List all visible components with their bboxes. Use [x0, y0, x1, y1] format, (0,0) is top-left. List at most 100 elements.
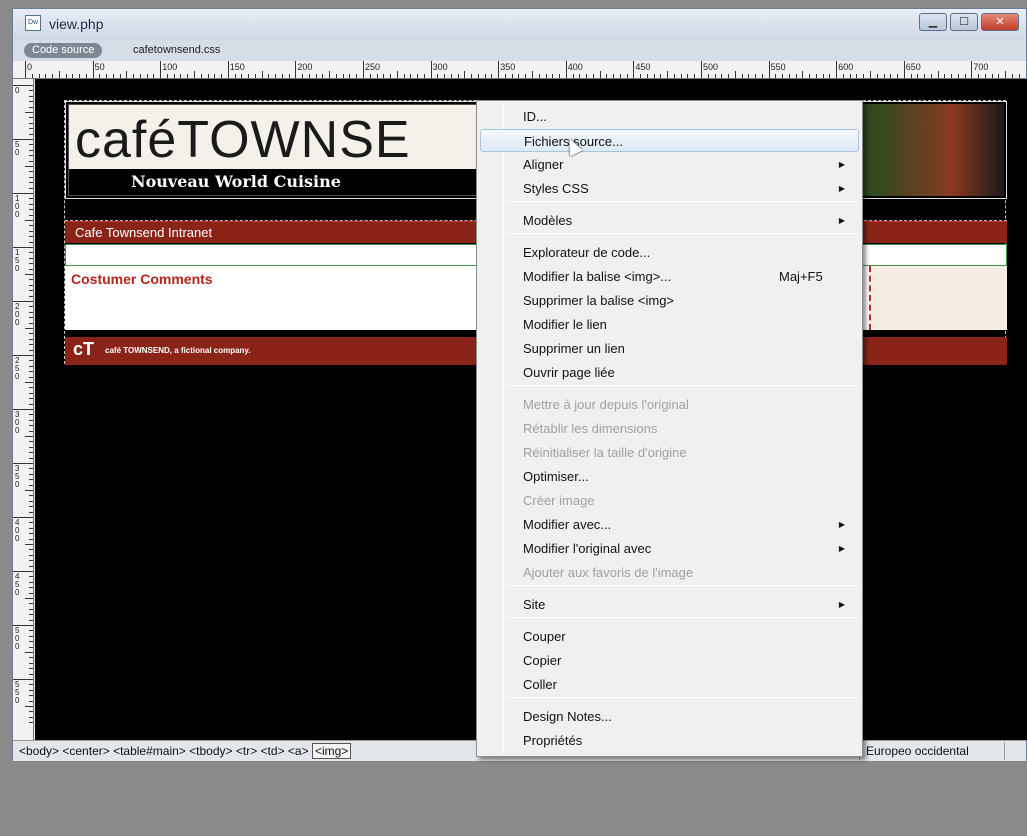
maximize-button[interactable]: ☐ — [950, 13, 978, 31]
ruler-tick — [248, 74, 250, 78]
tag-selector-item[interactable]: <table#main> — [113, 744, 189, 758]
footer-text: café TOWNSEND, a fictional company. — [105, 346, 251, 355]
menu-item-shortcut: Maj+F5 — [779, 269, 823, 284]
ruler-tick — [842, 74, 844, 78]
ruler-tick — [511, 74, 513, 78]
ruler-tick — [673, 74, 675, 78]
ruler-tick — [29, 603, 33, 605]
menu-separator — [507, 585, 858, 586]
menu-item[interactable]: Copier — [480, 649, 859, 672]
ruler-tick — [153, 74, 155, 78]
menu-item-label: Mettre à jour depuis l'original — [523, 397, 689, 412]
close-button[interactable]: ✕ — [981, 13, 1019, 31]
ruler-tick — [29, 657, 33, 659]
menu-item[interactable]: Supprimer un lien — [480, 337, 859, 360]
ruler-label: 250 — [365, 62, 381, 72]
ruler-tick — [572, 74, 574, 78]
tag-selector-item[interactable]: <tbody> — [189, 744, 236, 758]
ruler-tick — [640, 74, 642, 78]
menu-item[interactable]: Coller — [480, 673, 859, 696]
ruler-tick — [1005, 71, 1007, 78]
menu-item: Ajouter aux favoris de l'image — [480, 561, 859, 584]
ruler-tick — [29, 500, 33, 502]
ruler-tick — [613, 74, 615, 78]
menu-item-label: Modifier la balise <img>... — [523, 269, 672, 284]
ruler-tick — [29, 209, 33, 211]
menu-item[interactable]: Styles CSS ▶ — [480, 177, 859, 200]
ruler-tick — [29, 662, 33, 664]
ruler-tick — [863, 74, 865, 78]
menu-item-label: Explorateur de code... — [523, 245, 651, 260]
ruler-tick — [761, 74, 763, 78]
horizontal-ruler[interactable]: 0 50 100 150 200 250 300 350 400 450 500 550 600 650 7… — [13, 61, 1026, 79]
menu-item[interactable]: Modèles ▶ — [480, 209, 859, 232]
menu-item[interactable]: Fichiers source... — [480, 129, 859, 152]
ruler-tick — [484, 74, 486, 78]
ruler-tick — [52, 74, 54, 78]
tag-selector-item[interactable]: <a> — [288, 744, 312, 758]
ruler-tick — [25, 166, 33, 167]
ruler-tick — [29, 203, 33, 205]
ruler-tick — [295, 61, 297, 78]
ruler-tick — [227, 61, 229, 78]
minimize-button[interactable]: ▁ — [919, 13, 947, 31]
ruler-tick — [363, 61, 364, 78]
menu-item[interactable]: Supprimer la balise <img> — [480, 289, 859, 312]
intranet-title: Cafe Townsend Intranet — [75, 225, 213, 240]
ruler-tick — [214, 74, 216, 78]
ruler-label: 350 — [15, 464, 20, 489]
ruler-tick — [106, 74, 108, 78]
tag-selector-item[interactable]: <td> — [261, 744, 288, 758]
ruler-tick — [241, 74, 243, 78]
ruler-tick — [525, 74, 527, 78]
related-file-css[interactable]: cafetownsend.css — [133, 44, 220, 56]
ruler-label: 400 — [567, 62, 583, 72]
tag-selector-item[interactable]: <body> — [19, 744, 62, 758]
ruler-tick — [29, 376, 33, 378]
tag-selector[interactable]: <body> <center> <table#main> <tbody> <tr… — [19, 743, 352, 759]
menu-item[interactable]: Site ▶ — [480, 593, 859, 616]
menu-item[interactable]: ID... — [480, 105, 859, 128]
ruler-tick — [29, 160, 33, 162]
ruler-tick — [937, 71, 939, 78]
menu-item[interactable]: Modifier avec... ▶ — [480, 513, 859, 536]
ruler-label: 200 — [297, 62, 313, 72]
tag-selector-item[interactable]: <tr> — [236, 744, 261, 758]
menu-item-label: Propriétés — [523, 733, 583, 748]
ruler-tick — [437, 74, 439, 78]
logo-image[interactable]: caféTOWNSE Nouveau World Cuisine — [68, 104, 488, 196]
ruler-tick — [180, 74, 182, 78]
title-bar[interactable]: Dw view.php ▁ ☐ ✕ — [13, 9, 1026, 39]
ruler-tick — [984, 74, 986, 78]
ruler-tick — [964, 74, 966, 78]
ruler-tick — [25, 436, 33, 437]
vertical-ruler[interactable]: 0 50 100 150 200 250 300 350 400 450 500 550 — [13, 79, 34, 740]
ruler-tick — [139, 74, 141, 78]
ruler-tick — [504, 74, 506, 78]
source-code-tab[interactable]: Code source — [24, 43, 103, 58]
menu-item[interactable]: Modifier la balise <img>... Maj+F5 — [480, 265, 859, 288]
menu-item[interactable]: Aligner ▶ — [480, 153, 859, 176]
menu-item[interactable]: Modifier l'original avec ▶ — [480, 537, 859, 560]
ruler-tick — [25, 328, 33, 329]
tag-selector-item[interactable]: <center> — [62, 744, 113, 758]
submenu-arrow-icon: ▶ — [838, 216, 845, 225]
menu-item-label: Coller — [523, 677, 557, 692]
tagline: Nouveau World Cuisine — [131, 172, 341, 191]
ruler-label: 500 — [703, 62, 719, 72]
tag-selector-selected[interactable]: <img> — [311, 743, 352, 759]
menu-item[interactable]: Couper — [480, 625, 859, 648]
ruler-tick — [971, 61, 973, 78]
menu-item[interactable]: Modifier le lien — [480, 313, 859, 336]
ruler-tick — [586, 74, 588, 78]
ruler-tick — [741, 74, 743, 78]
menu-item-label: Supprimer la balise <img> — [523, 293, 675, 308]
menu-item[interactable]: Explorateur de code... — [480, 241, 859, 264]
menu-item[interactable]: Design Notes... — [480, 705, 859, 728]
ruler-tick — [714, 74, 716, 78]
menu-item[interactable]: Ouvrir page liée — [480, 361, 859, 384]
ruler-tick — [29, 398, 33, 400]
menu-item[interactable]: Optimiser... — [480, 465, 859, 488]
menu-item[interactable]: Propriétés — [480, 729, 859, 752]
ruler-tick — [29, 700, 33, 702]
